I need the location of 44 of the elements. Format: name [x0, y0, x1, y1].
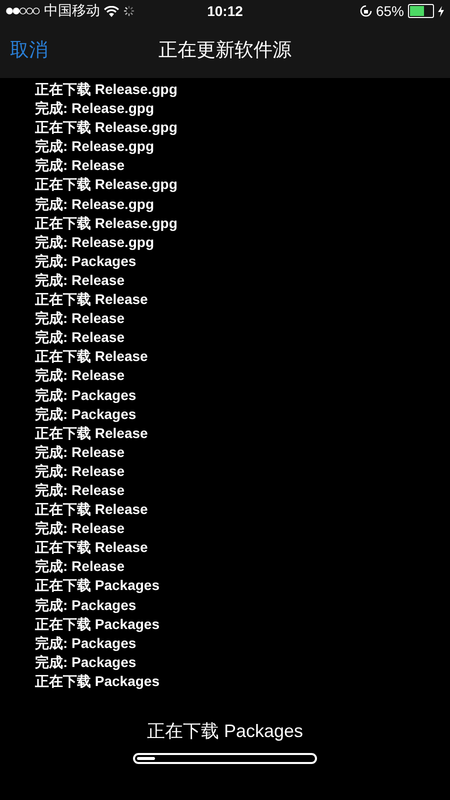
log-line: 正在下载 Release	[35, 500, 148, 520]
status-time: 10:12	[207, 3, 243, 19]
log-line: 正在下载 Release.gpg	[35, 214, 178, 233]
log-line: 完成: Release	[35, 480, 124, 500]
log-line: 正在下载 Release.gpg	[35, 118, 178, 138]
log-line: 完成: Release	[35, 557, 124, 576]
log-line: 正在下载 Packages	[35, 576, 160, 596]
log-line: 完成: Release.gpg	[35, 194, 154, 214]
log-line: 完成: Release	[35, 309, 124, 328]
log-line: 正在下载 Packages	[35, 614, 160, 634]
log-line: 正在下载 Release	[35, 538, 148, 558]
log-line: 完成: Packages	[35, 404, 136, 424]
log-line: 完成: Packages	[35, 652, 136, 672]
progress-label: 正在下载 Packages	[146, 720, 304, 743]
log-line: 完成: Release	[35, 442, 124, 462]
log-line: 正在下载 Release	[35, 347, 148, 366]
log-line: 完成: Release.gpg	[35, 99, 154, 118]
signal-icon	[6, 7, 40, 15]
rotation-lock-icon	[360, 5, 372, 17]
battery-icon	[408, 4, 434, 18]
log-line: 完成: Release.gpg	[35, 137, 154, 156]
spinner-icon	[123, 5, 135, 17]
battery-percent: 65%	[376, 3, 404, 19]
carrier-name: 中国移动	[44, 2, 100, 20]
wifi-icon	[104, 6, 119, 16]
charging-icon	[438, 6, 444, 16]
log-line: 完成: Release	[35, 519, 124, 538]
cancel-button[interactable]: 取消	[10, 37, 48, 63]
log-line: 完成: Release	[35, 328, 124, 348]
log-line: 正在下载 Release.gpg	[35, 175, 178, 194]
log-line: 完成: Release	[35, 462, 124, 481]
log-line: 完成: Packages	[35, 634, 136, 653]
log-line: 正在下载 Packages	[35, 672, 160, 691]
log-line: 完成: Packages	[35, 252, 136, 271]
log-line: 正在下载 Release	[35, 290, 148, 310]
log-line: 完成: Packages	[35, 596, 136, 615]
log-line: 完成: Release	[35, 270, 124, 290]
log-line: 完成: Release.gpg	[35, 232, 154, 252]
log-line: 正在下载 Release	[35, 424, 148, 443]
log-line: 完成: Release	[35, 366, 124, 386]
log-line: 正在下载 Release.gpg	[35, 80, 178, 99]
log-line: 完成: Release	[35, 156, 124, 176]
log-line: 完成: Packages	[35, 386, 136, 405]
nav-title: 正在更新软件源	[158, 39, 292, 63]
